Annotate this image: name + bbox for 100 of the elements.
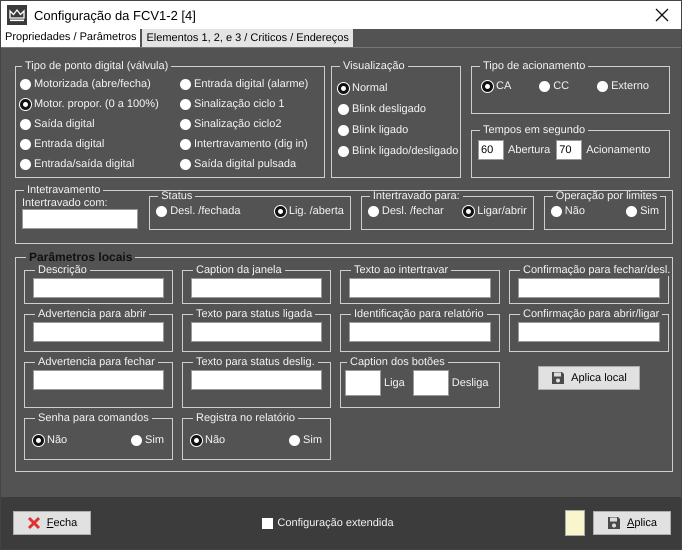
group-label: Status: [160, 190, 194, 202]
close-button[interactable]: Fecha: [13, 511, 91, 535]
radio-label[interactable]: Sim: [303, 434, 322, 446]
group-label: Registra no relatório: [195, 412, 296, 424]
radio-button[interactable]: [338, 104, 349, 114]
crown-icon: [7, 5, 27, 25]
radio-button[interactable]: [482, 80, 493, 92]
group-label: Caption da janela: [195, 264, 283, 276]
radio-label[interactable]: Ligar/abrir: [477, 205, 527, 217]
checkbox-label[interactable]: Configuração extendida: [277, 517, 394, 529]
radio-label[interactable]: Sinalização ciclo 1: [194, 98, 284, 110]
radio-label[interactable]: Não: [47, 434, 68, 446]
input-field[interactable]: [191, 322, 322, 342]
radio-label[interactable]: Entrada digital: [34, 138, 104, 150]
group-label: Intertravado para:: [372, 190, 461, 202]
radio-button[interactable]: [274, 206, 286, 216]
input-field[interactable]: 60: [478, 140, 504, 160]
input-field[interactable]: [191, 278, 322, 298]
radio-label[interactable]: Entrada digital (alarme): [194, 78, 308, 90]
radio-button[interactable]: [131, 434, 142, 446]
radio-label[interactable]: Saída digital pulsada: [194, 158, 296, 170]
radio-button[interactable]: [463, 206, 474, 216]
input-field[interactable]: [345, 370, 381, 396]
input-field[interactable]: [349, 278, 491, 298]
input-field[interactable]: [33, 370, 164, 390]
radio-button[interactable]: [180, 98, 191, 110]
radio-label[interactable]: CC: [553, 80, 570, 92]
close-icon: [26, 516, 41, 530]
input-field[interactable]: [412, 370, 449, 396]
input-field[interactable]: [33, 322, 164, 342]
group-label: Tipo de acionamento: [482, 60, 586, 72]
group-label: Parâmetros locais: [28, 250, 134, 264]
radio-label[interactable]: CA: [496, 80, 512, 92]
radio-button[interactable]: [626, 206, 638, 216]
radio-button[interactable]: [368, 206, 379, 216]
radio-button[interactable]: [180, 78, 191, 90]
input-field[interactable]: [518, 322, 660, 342]
radio-button[interactable]: [191, 434, 202, 446]
radio-button[interactable]: [156, 206, 168, 216]
radio-label[interactable]: Motorizada (abre/fecha): [34, 78, 151, 90]
color-swatch[interactable]: [564, 510, 585, 536]
radio-button[interactable]: [338, 146, 349, 156]
tab[interactable]: Elementos 1, 2, e 3 / Criticos / Endereços: [142, 29, 353, 47]
radio-button[interactable]: [20, 158, 31, 170]
radio-label[interactable]: Sim: [145, 434, 164, 446]
group-label: Descrição: [37, 264, 88, 276]
radio-button[interactable]: [289, 434, 300, 446]
radio-button[interactable]: [20, 118, 31, 130]
group-label: Tempos em segundo: [482, 124, 586, 136]
radio-button[interactable]: [539, 80, 550, 92]
save-icon: [551, 371, 566, 385]
radio-button[interactable]: [180, 118, 191, 130]
radio-label[interactable]: Entrada/saída digital: [34, 158, 134, 170]
radio-label[interactable]: Blink ligado: [352, 124, 408, 136]
radio-button[interactable]: [20, 78, 31, 90]
group-label: Advertencia para fechar: [37, 356, 156, 368]
tab[interactable]: Propriedades / Parâmetros: [1, 27, 140, 47]
radio-label[interactable]: Blink ligado/desligado: [352, 145, 458, 157]
radio-label[interactable]: Blink desligado: [352, 103, 426, 115]
radio-button[interactable]: [180, 138, 191, 150]
field-label: Desliga: [452, 377, 488, 389]
field-label: Liga: [384, 377, 405, 389]
radio-button[interactable]: [597, 80, 608, 92]
field-label: Intertravado com:: [22, 197, 109, 209]
input-field[interactable]: [191, 370, 322, 390]
radio-label[interactable]: Intertravamento (dig in): [194, 138, 308, 150]
radio-label[interactable]: Externo: [611, 80, 649, 92]
group-label: Texto para status deslig.: [195, 356, 316, 368]
apply-button[interactable]: Aplica: [592, 511, 671, 535]
radio-button[interactable]: [20, 98, 31, 110]
radio-button[interactable]: [20, 138, 31, 150]
radio-label[interactable]: Desl. /fechar: [382, 205, 444, 217]
radio-label[interactable]: Sinalização ciclo2: [194, 118, 282, 130]
group-label: Advertencia para abrir: [37, 308, 148, 320]
apply-local-button[interactable]: Aplica local: [538, 366, 640, 390]
radio-label[interactable]: Saída digital: [34, 118, 95, 130]
input-field[interactable]: [349, 322, 491, 342]
radio-button[interactable]: [180, 158, 191, 170]
group-label: Confirmação para abrir/ligar: [522, 308, 660, 320]
caption-text: Acionamento: [586, 144, 650, 156]
radio-button[interactable]: [338, 82, 349, 94]
checkbox[interactable]: [262, 518, 274, 528]
input-field[interactable]: [518, 278, 660, 298]
radio-label[interactable]: Lig. /aberta: [288, 205, 344, 217]
group-label: Caption dos botões: [349, 356, 446, 368]
input-field[interactable]: 70: [556, 140, 582, 160]
radio-label[interactable]: Desl. /fechada: [170, 205, 241, 217]
radio-label[interactable]: Normal: [352, 82, 388, 94]
radio-button[interactable]: [338, 124, 349, 136]
radio-label[interactable]: Motor. propor. (0 a 100%): [34, 98, 159, 110]
close-icon[interactable]: [655, 8, 669, 22]
caption-text: Abertura: [508, 144, 550, 156]
radio-button[interactable]: [33, 434, 44, 446]
radio-label[interactable]: Não: [205, 434, 226, 446]
radio-button[interactable]: [550, 206, 562, 216]
group-label: Senha para comandos: [37, 412, 150, 424]
radio-label[interactable]: Sim: [640, 205, 660, 217]
input-field[interactable]: [22, 209, 138, 229]
radio-label[interactable]: Não: [564, 205, 585, 217]
input-field[interactable]: [33, 278, 164, 298]
